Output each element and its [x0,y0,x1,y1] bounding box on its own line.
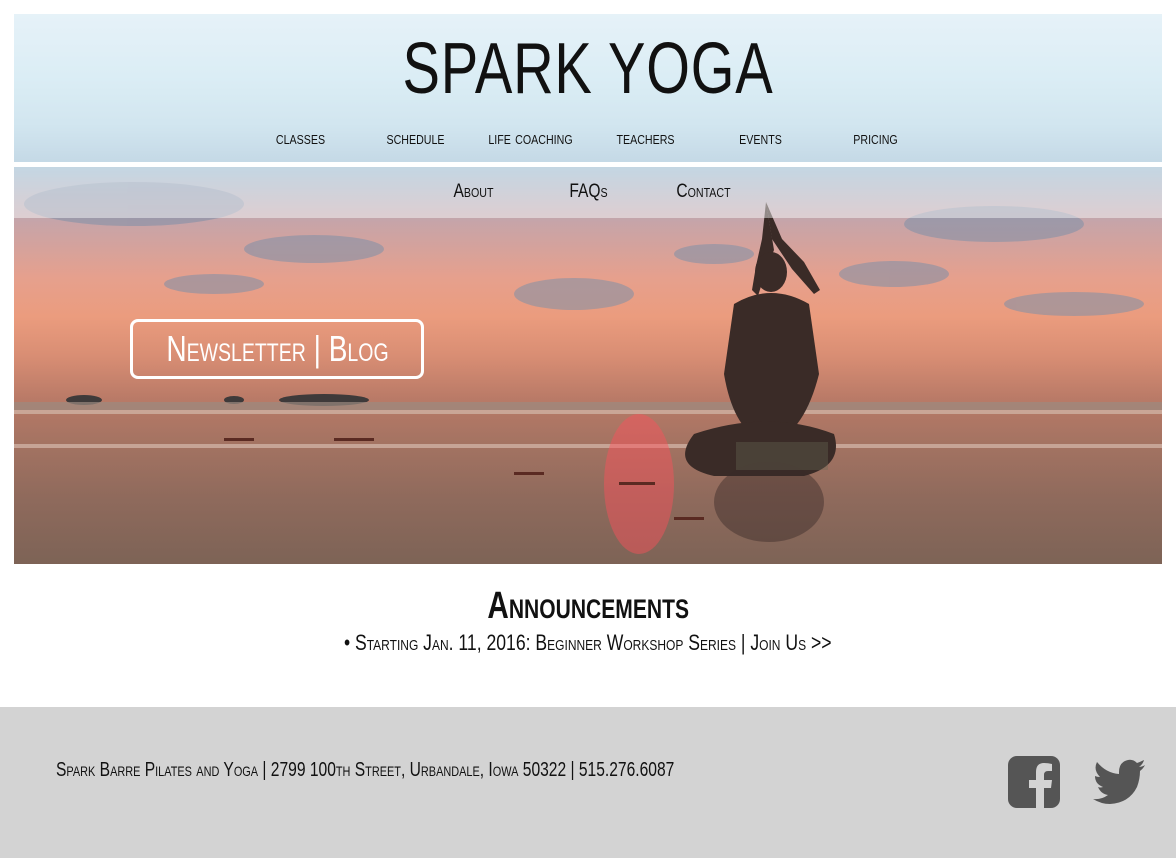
nav-contact[interactable]: Contact [656,181,750,203]
nav-events[interactable]: events [713,128,807,150]
nav-life-coaching[interactable]: life coaching [483,128,577,150]
announcements-section: Announcements • Starting Jan. 11, 2016: … [0,585,1176,656]
nav-faqs[interactable]: FAQs [541,181,635,203]
newsletter-blog-label: Newsletter | Blog [165,328,389,369]
nav-about[interactable]: About [426,181,520,203]
newsletter-blog-button[interactable]: Newsletter | Blog [130,319,424,379]
nav-pricing[interactable]: pricing [828,128,922,150]
nav-teachers[interactable]: teachers [598,128,692,150]
twitter-icon[interactable] [1093,759,1145,805]
nav-schedule[interactable]: schedule [368,128,462,150]
hero-banner: SPARK YOGA classes schedule life coachin… [14,14,1162,564]
facebook-icon[interactable] [1008,756,1060,808]
announcements-title: Announcements [487,585,689,627]
announcement-text[interactable]: • Starting Jan. 11, 2016: Beginner Works… [344,630,832,656]
announcement-item[interactable]: • Starting Jan. 11, 2016: Beginner Works… [0,630,1176,656]
footer-contact-info: Spark Barre Pilates and Yoga | 2799 100t… [56,759,675,781]
site-logo[interactable]: SPARK YOGA [140,28,1035,110]
nav-classes[interactable]: classes [253,128,347,150]
secondary-nav: About FAQs Contact [14,181,1162,203]
site-footer: Spark Barre Pilates and Yoga | 2799 100t… [0,707,1176,858]
primary-nav: classes schedule life coaching teachers … [14,128,1162,150]
